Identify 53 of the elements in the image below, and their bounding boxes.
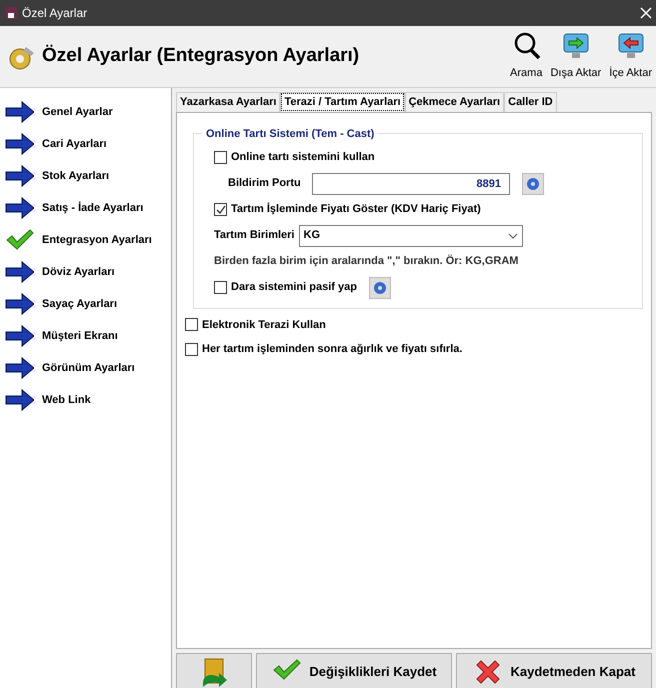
save-button[interactable]: Değişiklikleri Kaydet <box>256 652 452 688</box>
arrow-icon <box>4 387 34 413</box>
close-icon <box>640 7 652 19</box>
tab[interactable]: Terazi / Tartım Ayarları <box>280 92 405 112</box>
caret-icon <box>508 232 518 238</box>
sidebar-item[interactable]: Sayaç Ayarları <box>0 288 171 320</box>
tab[interactable]: Caller ID <box>504 92 557 112</box>
sidebar-item[interactable]: Müşteri Ekranı <box>0 320 171 352</box>
checkbox[interactable] <box>185 342 198 356</box>
checkbox-label: Her tartım işleminden sonra ağırlık ve fiyatı sıfırla. <box>202 342 462 357</box>
unit-dropdown[interactable]: KG <box>298 224 522 246</box>
sidebar-item[interactable]: Entegrasyon Ayarları <box>0 224 171 256</box>
sidebar-item[interactable]: Genel Ayarlar <box>0 96 171 128</box>
arrow-icon <box>4 99 34 125</box>
port-field[interactable]: 8891 <box>312 172 510 194</box>
toolbar-button[interactable]: İçe Aktar <box>605 31 656 82</box>
help-icon <box>372 280 387 294</box>
field-label: Bildirim Portu <box>228 176 302 192</box>
exit-button[interactable] <box>176 652 252 688</box>
checkbox-label: Dara sistemini pasif yap <box>231 280 357 296</box>
help-button[interactable] <box>522 172 544 194</box>
arrow-icon <box>4 163 34 189</box>
checkbox[interactable] <box>214 203 227 216</box>
sidebar-item[interactable]: Stok Ayarları <box>0 160 171 192</box>
arrow-icon <box>4 355 34 381</box>
arrow-icon <box>4 195 34 221</box>
sidebar-item[interactable]: Web Link <box>0 384 171 416</box>
sidebar-item[interactable]: Satış - İade Ayarları <box>0 192 171 224</box>
arrow-icon <box>4 323 34 349</box>
toolbar-button[interactable]: Dışa Aktar <box>546 31 606 82</box>
checkbox-label: Online tartı sistemini kullan <box>231 150 375 166</box>
help-icon <box>526 176 540 190</box>
help-button[interactable] <box>368 276 391 298</box>
checkbox-label: Tartım İşleminde Fiyatı Göster (KDV Hariç Fiyat) <box>231 202 481 218</box>
page-title: Özel Ayarlar (Entegrasyon Ayarları) <box>42 44 360 68</box>
checkbox[interactable] <box>185 318 198 332</box>
hint-text: Birden fazla birim için aralarında "," bırakın. Ör: KG,GRAM <box>214 254 518 270</box>
checkbox[interactable] <box>214 151 227 164</box>
tab[interactable]: Yazarkasa Ayarları <box>176 92 280 112</box>
checkbox-label: Elektronik Terazi Kullan <box>202 318 326 332</box>
field-label: Tartım Birimleri <box>214 228 294 244</box>
app-icon <box>4 6 18 20</box>
tab[interactable]: Çekmece Ayarları <box>404 92 504 112</box>
checkbox[interactable] <box>214 281 227 294</box>
sidebar-item[interactable]: Döviz Ayarları <box>0 256 171 288</box>
arrow-icon <box>4 291 34 317</box>
sidebar-item[interactable]: Görünüm Ayarları <box>0 352 171 384</box>
toolbar-button[interactable]: Arama <box>506 31 546 82</box>
arrow-icon <box>4 131 34 157</box>
sidebar-item[interactable]: Cari Ayarları <box>0 128 171 160</box>
window-title: Özel Ayarlar <box>22 5 88 22</box>
arrow-icon <box>4 259 34 285</box>
close-button[interactable]: Kaydetmeden Kapat <box>456 652 652 688</box>
